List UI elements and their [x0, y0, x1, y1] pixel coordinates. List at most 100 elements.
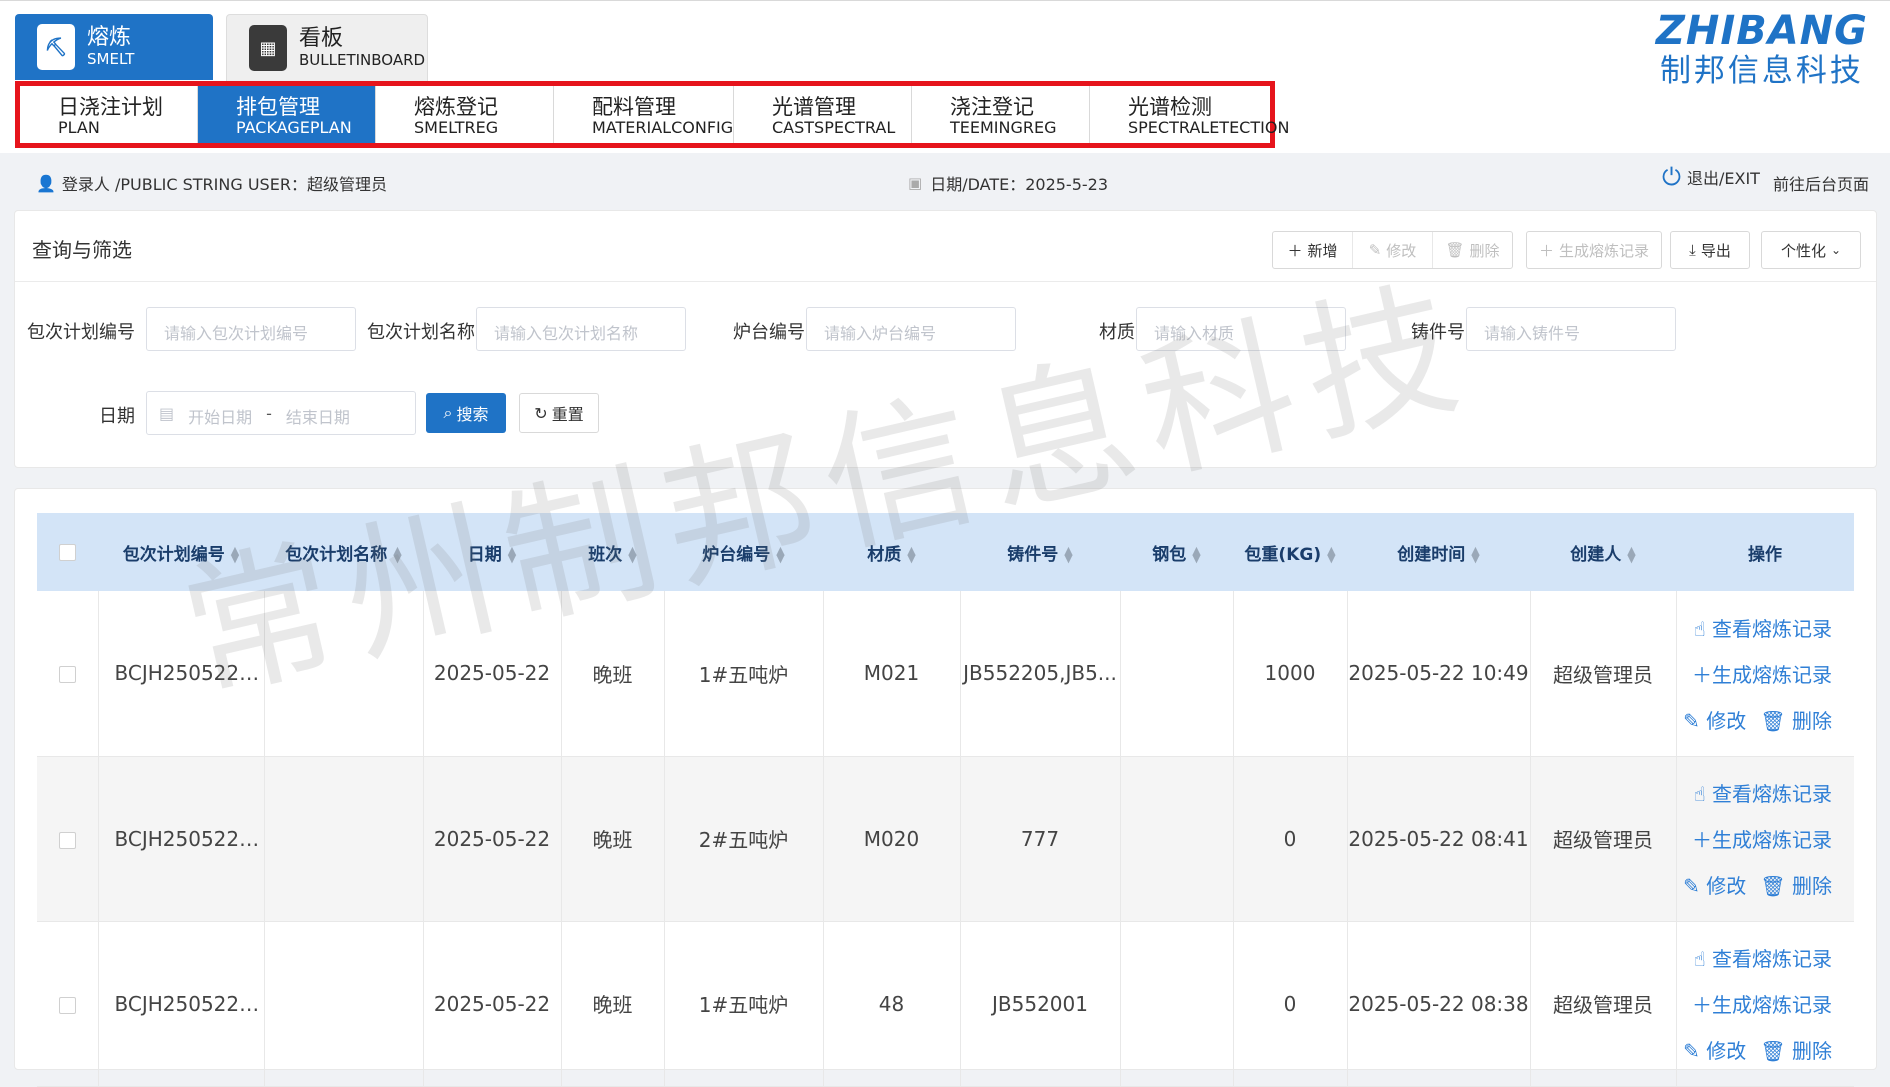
cell-material: M020 — [823, 756, 961, 922]
subnav-item-spectraldetection[interactable]: 光谱检测 SPECTRALETECTION — [1090, 86, 1290, 143]
delete-label: 删除 — [1792, 708, 1832, 733]
column-header[interactable]: 日期 ▲ ▼ — [423, 513, 561, 591]
select-all-checkbox[interactable] — [59, 543, 76, 561]
casting-input[interactable]: 请输入铸件号 — [1466, 307, 1676, 351]
generate-smelt-label: 生成熔炼记录 — [1712, 662, 1832, 687]
main-tab-sublabel: SMELT — [87, 50, 135, 68]
cell-date: 2025-05-22 — [423, 591, 562, 757]
column-header[interactable]: 包次计划编号 ▲ ▼ — [98, 513, 264, 591]
subnav-label: 日浇注计划 — [58, 95, 163, 119]
field-label-casting: 铸件号 — [1411, 322, 1465, 343]
subnav-item-smeltreg[interactable]: 熔炼登记 SMELTREG — [376, 86, 554, 143]
subnav-item-castspectral[interactable]: 光谱管理 CASTSPECTRAL — [734, 86, 912, 143]
row-checkbox[interactable] — [58, 831, 76, 849]
search-button[interactable]: ⌕ 搜索 — [426, 393, 506, 433]
furnace-input[interactable]: 请输入炉台编号 — [806, 307, 1016, 351]
delete-link[interactable]: 🗑 删除 — [1760, 705, 1832, 734]
column-header[interactable]: 炉台编号 ▲ ▼ — [664, 513, 823, 591]
view-smelt-link[interactable]: ☝ 查看熔炼记录 — [1693, 613, 1832, 642]
main-tab-bulletinboard[interactable]: ▦ 看板 BULLETINBOARD — [226, 14, 428, 82]
field-label-furnace: 炉台编号 — [733, 322, 805, 343]
cell-casting: 777 — [960, 756, 1121, 922]
plan-name-input[interactable]: 请输入包次计划名称 — [476, 307, 686, 351]
delete-button[interactable]: 🗑 删除 — [1433, 232, 1512, 268]
view-smelt-link[interactable]: ☝ 查看熔炼记录 — [1693, 778, 1832, 807]
edit-link[interactable]: ✎ 修改 — [1683, 705, 1746, 734]
material-input[interactable]: 请输入材质 — [1136, 307, 1346, 351]
view-smelt-label: 查看熔炼记录 — [1712, 616, 1832, 641]
column-header-label: 包次计划名称 — [285, 544, 388, 565]
sort-icon: ▲ ▼ — [1627, 543, 1636, 565]
column-header[interactable]: 创建时间 ▲ ▼ — [1347, 513, 1530, 591]
subnav-item-teemingreg[interactable]: 浇注登记 TEEMINGREG — [912, 86, 1090, 143]
delete-link[interactable]: 🗑 删除 — [1760, 870, 1832, 899]
power-icon: ⏻ — [1662, 163, 1681, 191]
column-header[interactable]: 包重(KG) ▲ ▼ — [1233, 513, 1347, 591]
cell-ladle — [1120, 921, 1234, 1087]
column-header-label: 材质 — [867, 544, 902, 565]
edit-label: 修改 — [1706, 1039, 1747, 1063]
column-header[interactable]: 铸件号 ▲ ▼ — [960, 513, 1120, 591]
date-range-picker[interactable]: ▤ 开始日期 - 结束日期 — [146, 391, 416, 435]
reset-label: 重置 — [551, 405, 584, 424]
trash-icon: 🗑 — [1445, 241, 1465, 259]
generate-smelt-link[interactable]: ＋生成熔炼记录 — [1692, 659, 1832, 688]
subnav-label: 配料管理 — [592, 95, 676, 119]
subnav-label: 光谱检测 — [1128, 95, 1212, 119]
table-row: BCJH250522-104 2025-05-22 晚班 1#五吨炉 M021 … — [37, 591, 1854, 757]
download-icon: ⤓ — [1689, 241, 1696, 259]
generate-smelt-label: 生成熔炼记录 — [1712, 993, 1832, 1017]
column-header[interactable]: 材质 ▲ ▼ — [823, 513, 960, 591]
current-date: ▣ 日期/DATE：2025-5-23 — [908, 171, 1108, 195]
edit-button[interactable]: ✎ 修改 — [1353, 232, 1433, 268]
table-card: 包次计划编号 ▲ ▼ 包次计划名称 ▲ ▼ 日期 ▲ ▼ 班次 ▲ ▼ 炉台编号 ▲ ▼ 材质 ▲ ▼ … — [14, 488, 1877, 1087]
column-header[interactable]: 包次计划名称 ▲ ▼ — [264, 513, 423, 591]
plan-code-input[interactable]: 请输入包次计划编号 — [146, 307, 356, 351]
subnav-sublabel: SPECTRALETECTION — [1128, 118, 1290, 137]
plus-icon: ＋ — [1692, 828, 1712, 852]
reset-button[interactable]: ↻ 重置 — [519, 393, 599, 433]
edit-link[interactable]: ✎ 修改 — [1683, 1035, 1746, 1064]
cell-date: 2025-05-22 — [423, 921, 562, 1087]
backend-link[interactable]: 前往后台页面 — [1773, 171, 1869, 195]
crud-button-group: ＋新增 ✎ 修改 🗑 删除 — [1272, 231, 1513, 269]
main-tab-label: 熔炼 — [87, 25, 132, 50]
select-all-header — [37, 513, 98, 591]
subnav-sublabel: PLAN — [58, 118, 100, 137]
edit-link[interactable]: ✎ 修改 — [1683, 870, 1746, 899]
add-button[interactable]: ＋新增 — [1273, 232, 1353, 268]
delete-link[interactable]: 🗑 删除 — [1760, 1035, 1832, 1064]
main-tab-label: 看板 — [299, 26, 344, 51]
view-smelt-link[interactable]: ☝ 查看熔炼记录 — [1693, 943, 1832, 972]
main-tab-smelt[interactable]: ⛏ 熔炼 SMELT — [15, 14, 213, 80]
generate-smelt-button[interactable]: ＋ 生成熔炼记录 — [1526, 231, 1662, 269]
subnav-item-materialconfig[interactable]: 配料管理 MATERIALCONFIG — [554, 86, 734, 143]
cell-shift: 晚班 — [561, 921, 665, 1087]
column-header[interactable]: 钢包 ▲ ▼ — [1120, 513, 1233, 591]
personalize-dropdown[interactable]: 个性化 ⌄ — [1761, 231, 1861, 269]
date-end-placeholder: 结束日期 — [285, 408, 350, 427]
subnav-item-packageplan[interactable]: 排包管理 PACKAGEPLAN — [198, 86, 376, 143]
exit-link[interactable]: ⏻ 退出/EXIT — [1662, 165, 1760, 189]
cell-creator: 超级管理员 — [1530, 921, 1677, 1087]
export-button[interactable]: ⤓ 导出 — [1670, 231, 1750, 269]
row-checkbox[interactable] — [58, 996, 76, 1014]
cell-plan-code: BCJH250522-102 — [98, 921, 265, 1087]
generate-smelt-link[interactable]: ＋生成熔炼记录 — [1692, 824, 1832, 853]
subnav-label: 熔炼登记 — [414, 95, 498, 119]
refresh-icon: ↻ — [534, 403, 548, 423]
generate-smelt-link[interactable]: ＋生成熔炼记录 — [1692, 989, 1832, 1018]
calendar-icon: ▣ — [908, 174, 923, 192]
field-label-plan-name: 包次计划名称 — [367, 322, 475, 343]
subnav-item-plan[interactable]: 日浇注计划 PLAN — [20, 86, 198, 143]
column-header[interactable]: 班次 ▲ ▼ — [561, 513, 664, 591]
cell-creator: 超级管理员 — [1530, 591, 1677, 757]
column-header[interactable]: 创建人 ▲ ▼ — [1530, 513, 1676, 591]
sort-icon: ▲ ▼ — [1327, 543, 1336, 565]
search-icon: ⌕ — [443, 403, 453, 422]
cell-ladle — [1120, 756, 1234, 922]
row-checkbox[interactable] — [58, 666, 76, 684]
cell-material: 48 — [823, 921, 961, 1087]
sort-icon: ▲ ▼ — [393, 543, 402, 565]
column-header-label: 铸件号 — [1007, 544, 1059, 565]
